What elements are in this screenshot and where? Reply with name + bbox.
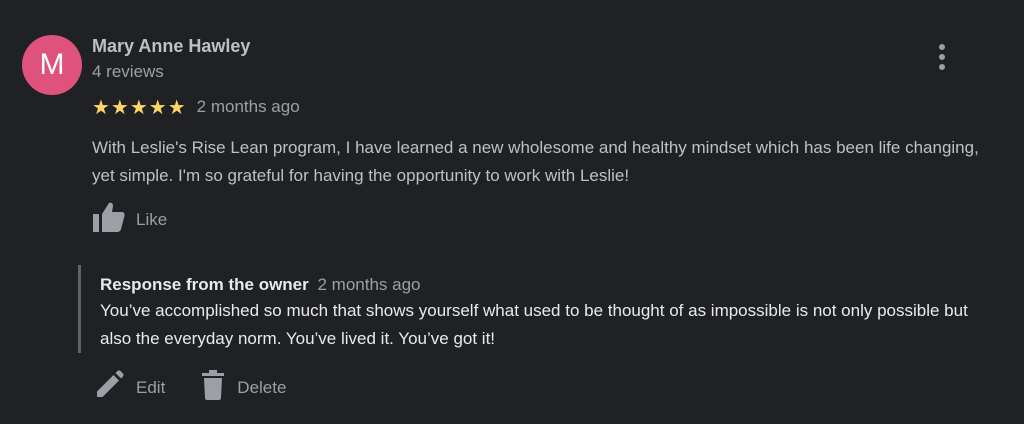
more-vert-icon-dot xyxy=(939,54,945,60)
avatar[interactable]: M xyxy=(22,35,82,95)
more-vert-icon-dot xyxy=(939,64,945,70)
thumbs-up-icon xyxy=(92,201,126,238)
owner-response-actions: Edit Delete xyxy=(94,370,322,405)
delete-label: Delete xyxy=(237,377,287,397)
avatar-initial: M xyxy=(39,48,65,81)
pencil-icon xyxy=(94,370,124,405)
rating-row: ★★★★★ 2 months ago xyxy=(92,95,300,119)
owner-response-title: Response from the owner xyxy=(100,275,309,294)
delete-button[interactable]: Delete xyxy=(201,370,286,405)
like-button[interactable]: Like xyxy=(92,201,167,238)
reviewer-name[interactable]: Mary Anne Hawley xyxy=(92,36,250,57)
edit-button[interactable]: Edit xyxy=(94,370,165,405)
trash-icon xyxy=(201,370,225,405)
owner-response: Response from the owner 2 months ago You… xyxy=(78,265,1000,353)
review-text: With Leslie's Rise Lean program, I have … xyxy=(92,138,979,185)
owner-response-header: Response from the owner 2 months ago xyxy=(100,275,1000,295)
like-label: Like xyxy=(136,209,168,229)
star-rating: ★★★★★ xyxy=(92,95,187,119)
review-date: 2 months ago xyxy=(196,97,300,116)
owner-response-date: 2 months ago xyxy=(317,275,421,294)
more-options-button[interactable] xyxy=(930,40,954,74)
edit-label: Edit xyxy=(136,377,166,397)
reviewer-review-count[interactable]: 4 reviews xyxy=(92,62,164,82)
more-vert-icon xyxy=(939,44,945,50)
owner-response-text: You’ve accomplished so much that shows y… xyxy=(100,301,968,348)
review-card: M Mary Anne Hawley 4 reviews ★★★★★ 2 mon… xyxy=(0,0,1024,424)
